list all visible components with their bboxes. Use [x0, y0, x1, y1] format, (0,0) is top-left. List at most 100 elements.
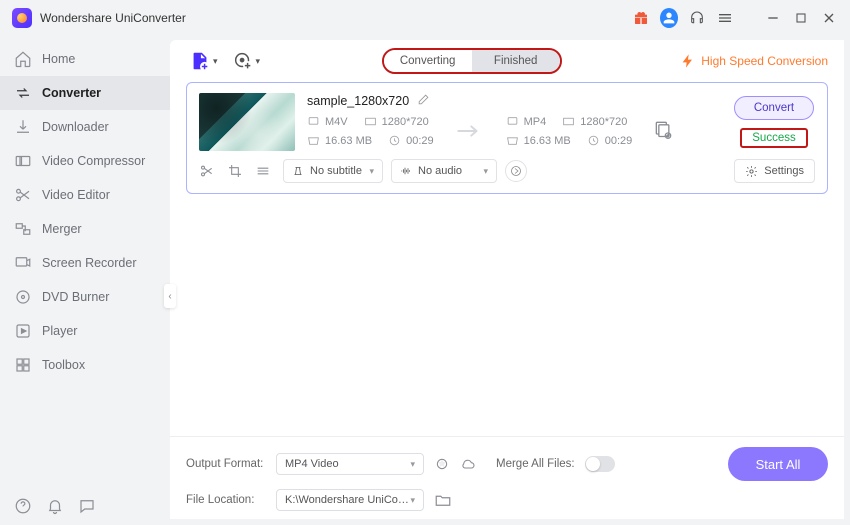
- sidebar-label: Home: [42, 52, 75, 66]
- media-item-card: sample_1280x720 M4V 1280*720 16.63 MB: [186, 82, 828, 194]
- app-logo: [12, 8, 32, 28]
- audio-icon: [400, 165, 412, 177]
- minimize-icon[interactable]: [764, 9, 782, 27]
- trim-icon[interactable]: [199, 163, 215, 179]
- high-speed-label: High Speed Conversion: [701, 54, 828, 68]
- subtitle-value: No subtitle: [310, 165, 362, 177]
- gpu-accel-icon[interactable]: [434, 456, 450, 472]
- file-location-select[interactable]: K:\Wondershare UniConverter▾: [276, 489, 424, 511]
- hamburger-menu-icon[interactable]: [716, 9, 734, 27]
- output-format-select[interactable]: MP4 Video▾: [276, 453, 424, 475]
- tab-label: Finished: [494, 55, 537, 67]
- sidebar-item-compressor[interactable]: Video Compressor: [0, 144, 170, 178]
- sidebar-label: Merger: [42, 222, 82, 236]
- gift-icon[interactable]: [632, 9, 650, 27]
- chevron-down-icon: ▾: [256, 56, 261, 67]
- dst-duration: 00:29: [605, 135, 633, 147]
- sidebar-label: Screen Recorder: [42, 256, 137, 270]
- status-label: Success: [752, 132, 795, 144]
- sidebar-item-converter[interactable]: Converter: [0, 76, 170, 110]
- convert-label: Convert: [754, 102, 794, 114]
- sidebar-collapse-handle[interactable]: ‹: [164, 284, 176, 308]
- chevron-down-icon: ▾: [410, 459, 415, 470]
- open-folder-icon[interactable]: [434, 491, 452, 509]
- tab-finished[interactable]: Finished: [472, 50, 560, 72]
- topbar: ▾ ▾ Converting Finished High Speed Conve…: [170, 40, 844, 82]
- sidebar-footer: [0, 487, 170, 525]
- start-all-label: Start All: [756, 457, 801, 472]
- clock-icon: [388, 134, 401, 147]
- subtitle-icon: [292, 165, 304, 177]
- chevron-down-icon: ▾: [213, 56, 218, 67]
- sidebar-label: Player: [42, 324, 77, 338]
- crop-icon[interactable]: [227, 163, 243, 179]
- sidebar-item-downloader[interactable]: Downloader: [0, 110, 170, 144]
- arrow-icon: [450, 122, 490, 140]
- download-icon: [14, 118, 32, 136]
- dst-size: 16.63 MB: [524, 135, 571, 147]
- sidebar-label: Toolbox: [42, 358, 85, 372]
- start-all-button[interactable]: Start All: [728, 447, 828, 481]
- src-size: 16.63 MB: [325, 135, 372, 147]
- maximize-icon[interactable]: [792, 9, 810, 27]
- output-format-label: Output Format:: [186, 458, 266, 470]
- app-title: Wondershare UniConverter: [40, 11, 186, 25]
- resolution-icon: [364, 115, 377, 128]
- format-icon: [307, 115, 320, 128]
- file-location-label: File Location:: [186, 494, 266, 506]
- scissors-icon: [14, 186, 32, 204]
- bell-icon[interactable]: [46, 497, 64, 515]
- subtitle-select[interactable]: No subtitle ▾: [283, 159, 383, 183]
- audio-select[interactable]: No audio ▾: [391, 159, 497, 183]
- effects-icon[interactable]: [255, 163, 271, 179]
- file-name: sample_1280x720: [307, 94, 409, 108]
- close-icon[interactable]: [820, 9, 838, 27]
- gear-icon: [745, 165, 758, 178]
- src-resolution: 1280*720: [382, 116, 429, 128]
- add-file-button[interactable]: ▾: [186, 47, 221, 75]
- merge-toggle[interactable]: [585, 456, 615, 472]
- speed-button[interactable]: [505, 160, 527, 182]
- chevron-down-icon: ▾: [483, 166, 488, 177]
- sidebar-item-merger[interactable]: Merger: [0, 212, 170, 246]
- sidebar-item-dvd[interactable]: DVD Burner: [0, 280, 170, 314]
- clock-icon: [587, 134, 600, 147]
- status-tabs: Converting Finished: [382, 48, 562, 74]
- compressor-icon: [14, 152, 32, 170]
- tab-label: Converting: [400, 55, 456, 67]
- tab-converting[interactable]: Converting: [384, 50, 472, 72]
- feedback-icon[interactable]: [78, 497, 96, 515]
- play-icon: [14, 322, 32, 340]
- bolt-icon: [680, 53, 696, 69]
- merge-label: Merge All Files:: [496, 458, 575, 470]
- chevron-down-icon: ▾: [410, 495, 415, 506]
- converter-icon: [14, 84, 32, 102]
- convert-button[interactable]: Convert: [734, 96, 814, 120]
- format-icon: [506, 115, 519, 128]
- merger-icon: [14, 220, 32, 238]
- sidebar-item-home[interactable]: Home: [0, 42, 170, 76]
- resolution-icon: [562, 115, 575, 128]
- headset-icon[interactable]: [688, 9, 706, 27]
- cloud-icon[interactable]: [460, 456, 476, 472]
- sidebar-item-recorder[interactable]: Screen Recorder: [0, 246, 170, 280]
- src-format: M4V: [325, 116, 348, 128]
- sidebar-item-player[interactable]: Player: [0, 314, 170, 348]
- sidebar: Home Converter Downloader Video Compress…: [0, 36, 170, 525]
- recorder-icon: [14, 254, 32, 272]
- rename-icon[interactable]: [417, 93, 430, 109]
- add-disc-button[interactable]: ▾: [229, 47, 264, 75]
- help-icon[interactable]: [14, 497, 32, 515]
- output-options-icon[interactable]: [653, 119, 677, 143]
- video-thumbnail[interactable]: [199, 93, 295, 151]
- user-avatar-icon[interactable]: [660, 9, 678, 27]
- sidebar-item-toolbox[interactable]: Toolbox: [0, 348, 170, 382]
- size-icon: [307, 134, 320, 147]
- sidebar-label: Video Editor: [42, 188, 110, 202]
- high-speed-conversion-button[interactable]: High Speed Conversion: [680, 53, 828, 69]
- main-panel: ▾ ▾ Converting Finished High Speed Conve…: [170, 40, 844, 519]
- home-icon: [14, 50, 32, 68]
- sidebar-label: Video Compressor: [42, 154, 145, 168]
- sidebar-item-editor[interactable]: Video Editor: [0, 178, 170, 212]
- item-settings-button[interactable]: Settings: [734, 159, 815, 183]
